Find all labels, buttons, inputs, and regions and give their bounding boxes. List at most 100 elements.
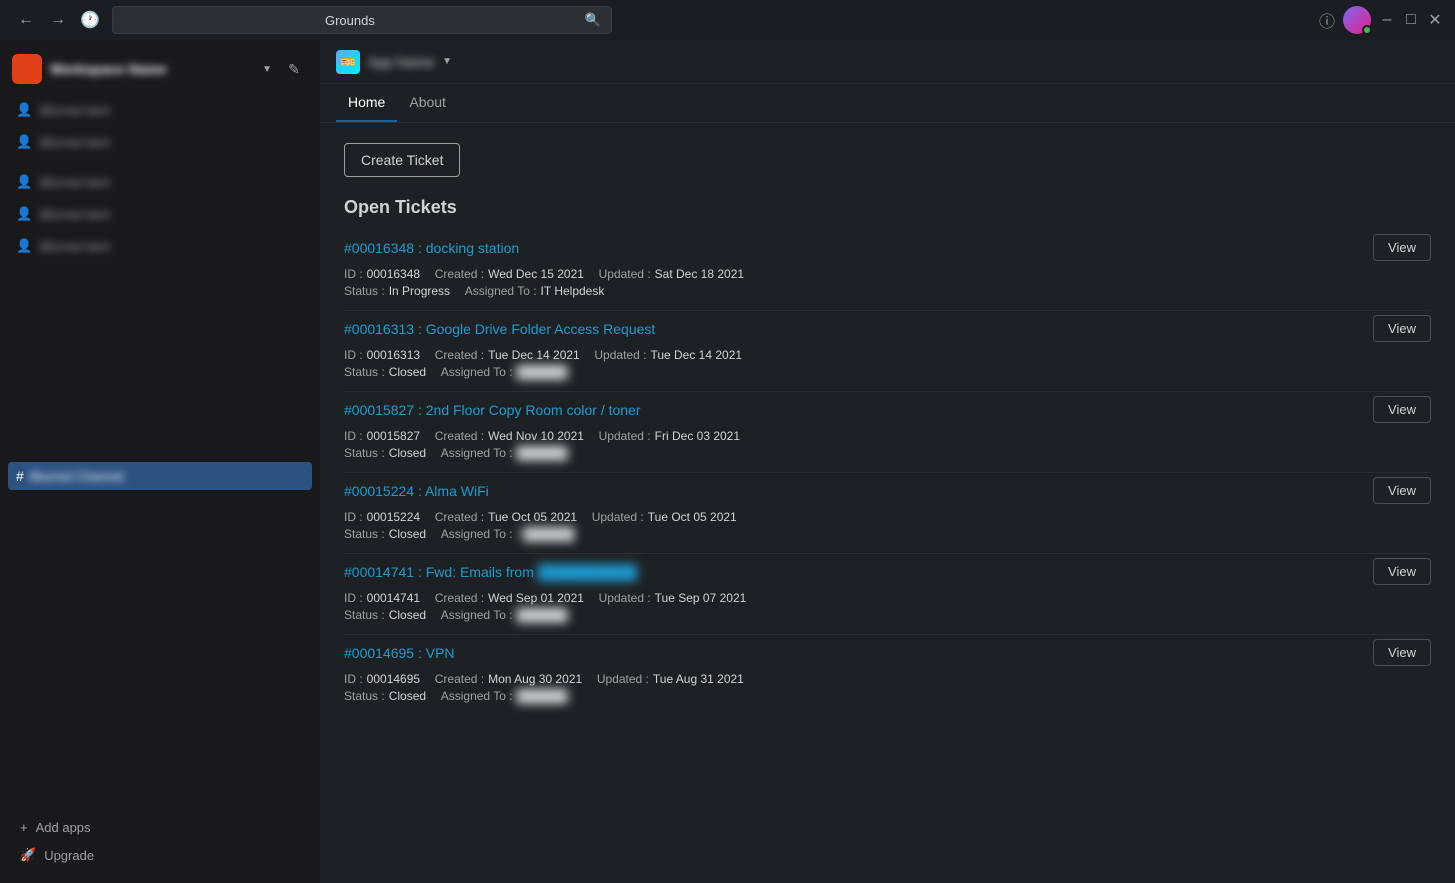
ticket-title-blurred: ██████████ [538, 564, 637, 580]
view-button[interactable]: View [1373, 396, 1431, 423]
upgrade-label: Upgrade [44, 848, 94, 863]
back-button[interactable]: ← [12, 6, 40, 34]
status-label: Status : [344, 527, 385, 541]
search-bar[interactable]: Grounds 🔍 [112, 6, 612, 34]
assigned-label: Assigned To : [441, 689, 513, 703]
created-label: Created : [435, 672, 484, 686]
ticket-item: #00016348 : docking station View ID : 00… [344, 234, 1431, 311]
tab-about[interactable]: About [397, 84, 458, 122]
ticket-title-link[interactable]: #00016348 : docking station [344, 240, 519, 256]
sidebar: Workspace Name ▼ ✎ 👤 Blurred Item 👤 Blur… [0, 40, 320, 883]
ticket-header: #00016313 : Google Drive Folder Access R… [344, 315, 1431, 342]
id-label: ID : [344, 429, 363, 443]
assigned-label: Assigned To : [441, 608, 513, 622]
item-icon-1: 👤 [16, 102, 32, 118]
assigned-value-blurred: ██████ [517, 446, 568, 460]
updated-label: Updated : [599, 267, 651, 281]
item-label-4: Blurred Item [40, 207, 304, 222]
created-value: Wed Dec 15 2021 [488, 267, 584, 281]
id-label: ID : [344, 348, 363, 362]
ticket-title-link[interactable]: #00015827 : 2nd Floor Copy Room color / … [344, 402, 641, 418]
status-value: In Progress [389, 284, 450, 298]
rocket-icon: 🚀 [20, 847, 36, 863]
status-value: Closed [389, 365, 426, 379]
ticket-status: Status : Closed Assigned To : ██████ [344, 608, 1431, 622]
ticket-status: Status : Closed Assigned To : ██████ [344, 689, 1431, 703]
open-tickets-title: Open Tickets [344, 197, 1431, 218]
ticket-title-link[interactable]: #00016313 : Google Drive Folder Access R… [344, 321, 655, 337]
created-label: Created : [435, 267, 484, 281]
assigned-value-blurred: ██████ [517, 365, 568, 379]
view-button[interactable]: View [1373, 234, 1431, 261]
assigned-label: Assigned To : [441, 527, 513, 541]
assigned-value: IT Helpdesk [541, 284, 605, 298]
view-button[interactable]: View [1373, 639, 1431, 666]
tab-bar: Home About [320, 84, 1455, 123]
view-button[interactable]: View [1373, 315, 1431, 342]
item-label-1: Blurred Item [40, 103, 304, 118]
sidebar-item-1[interactable]: 👤 Blurred Item [8, 94, 312, 126]
status-value: Closed [389, 689, 426, 703]
close-button[interactable]: ✕ [1427, 12, 1443, 28]
item-label-5: Blurred Item [40, 239, 304, 254]
workspace-avatar [12, 54, 42, 84]
created-label: Created : [435, 429, 484, 443]
main-content: 🎫 App Name ▼ Home About Create Ticket Op… [320, 40, 1455, 883]
create-ticket-button[interactable]: Create Ticket [344, 143, 460, 177]
sidebar-channels: 👤 Blurred Item 👤 Blurred Item 👤 Blurred … [0, 90, 320, 808]
ticket-meta: ID : 00015224 Created : Tue Oct 05 2021 … [344, 510, 1431, 524]
status-value: Closed [389, 527, 426, 541]
ticket-status: Status : Closed Assigned To : ██████ [344, 365, 1431, 379]
channel-hash-icon: # [16, 468, 24, 484]
compose-button[interactable]: ✎ [280, 55, 308, 83]
sidebar-header: Workspace Name ▼ ✎ [0, 48, 320, 90]
sidebar-item-5[interactable]: 👤 Blurred Item [8, 230, 312, 262]
status-label: Status : [344, 446, 385, 460]
forward-button[interactable]: → [44, 6, 72, 34]
ticket-item: #00015827 : 2nd Floor Copy Room color / … [344, 396, 1431, 473]
ticket-meta: ID : 00014741 Created : Wed Sep 01 2021 … [344, 591, 1431, 605]
ticket-status: Status : Closed Assigned To : / ██████ [344, 527, 1431, 541]
ticket-item: #00016313 : Google Drive Folder Access R… [344, 315, 1431, 392]
sidebar-item-3[interactable]: 👤 Blurred Item [8, 166, 312, 198]
sidebar-item-4[interactable]: 👤 Blurred Item [8, 198, 312, 230]
add-apps-label: Add apps [36, 820, 91, 835]
ticket-id-value: 00016348 [367, 267, 420, 281]
add-apps-button[interactable]: + Add apps [12, 816, 308, 839]
ticket-title-link[interactable]: #00014741 : Fwd: Emails from ██████████ [344, 564, 637, 580]
updated-label: Updated : [594, 348, 646, 362]
history-button[interactable]: 🕐 [76, 6, 104, 34]
app-icon-symbol: 🎫 [341, 55, 356, 69]
titlebar: ← → 🕐 Grounds 🔍 ⓘ – □ ✕ [0, 0, 1455, 40]
search-text: Grounds [123, 13, 577, 28]
status-label: Status : [344, 284, 385, 298]
id-label: ID : [344, 510, 363, 524]
app-body: Workspace Name ▼ ✎ 👤 Blurred Item 👤 Blur… [0, 40, 1455, 883]
avatar[interactable] [1343, 6, 1371, 34]
tab-home[interactable]: Home [336, 84, 397, 122]
content-area: Create Ticket Open Tickets #00016348 : d… [320, 123, 1455, 883]
upgrade-button[interactable]: 🚀 Upgrade [12, 843, 308, 867]
minimize-button[interactable]: – [1379, 12, 1395, 28]
channel-item-active[interactable]: # Blurred Channel [8, 462, 312, 490]
updated-label: Updated : [597, 672, 649, 686]
updated-label: Updated : [599, 429, 651, 443]
sidebar-bottom: + Add apps 🚀 Upgrade [0, 808, 320, 875]
search-icon: 🔍 [585, 12, 601, 28]
created-value: Wed Nov 10 2021 [488, 429, 584, 443]
view-button[interactable]: View [1373, 558, 1431, 585]
assigned-label: Assigned To : [441, 446, 513, 460]
ticket-id-value: 00014741 [367, 591, 420, 605]
help-button[interactable]: ⓘ [1319, 12, 1335, 28]
ticket-title-link[interactable]: #00014695 : VPN [344, 645, 455, 661]
created-label: Created : [435, 510, 484, 524]
ticket-header: #00015224 : Alma WiFi View [344, 477, 1431, 504]
ticket-header: #00016348 : docking station View [344, 234, 1431, 261]
maximize-button[interactable]: □ [1403, 12, 1419, 28]
updated-value: Sat Dec 18 2021 [655, 267, 744, 281]
ticket-id-value: 00015827 [367, 429, 420, 443]
sidebar-item-2[interactable]: 👤 Blurred Item [8, 126, 312, 158]
updated-label: Updated : [599, 591, 651, 605]
view-button[interactable]: View [1373, 477, 1431, 504]
ticket-title-link[interactable]: #00015224 : Alma WiFi [344, 483, 489, 499]
